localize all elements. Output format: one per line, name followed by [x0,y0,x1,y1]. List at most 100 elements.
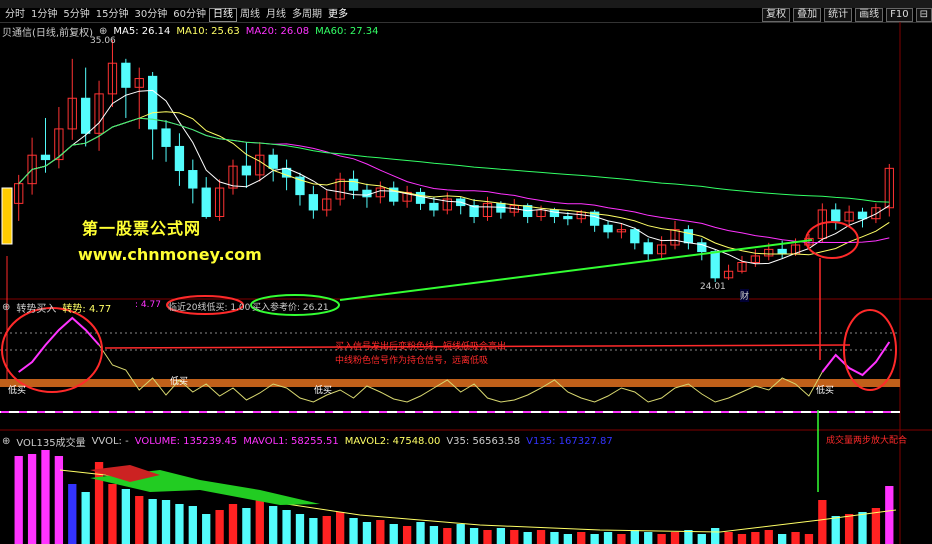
candle-body [857,211,868,220]
volume-bar [228,504,238,544]
candle-body [308,194,319,211]
volume-bar [376,520,385,544]
volume-bar [282,510,291,544]
volume-bar [269,506,278,544]
candle-body [630,229,640,244]
volume-bar [523,532,532,544]
candle-body [241,165,252,176]
candle-body [415,191,426,204]
chart-canvas [0,22,932,544]
candle-body [147,75,158,130]
volume-bar [81,492,90,544]
vvol-value: VVOL: - [91,436,129,447]
candle-body [174,145,185,172]
ma-line [18,117,890,203]
volume-bar [818,500,827,544]
volume-bar [483,530,492,544]
buy-label: 低买 [816,386,835,396]
volume-bar [215,510,224,544]
volume-bar [295,514,305,544]
candle-body [362,189,372,198]
candle-body [563,216,573,220]
annotation-line1: 买入信号发出后变粉色线，短线低吸会高出 [335,342,507,352]
candle-body [188,170,198,189]
volume-bar [148,499,157,544]
volume-bar [831,516,840,544]
indicator-signal [821,341,891,377]
volume-bar [429,526,439,544]
volume-legend: ⊕ VOL135成交量 VVOL: - VOLUME: 135239.45 MA… [2,434,619,449]
volume-bar [697,534,706,544]
highlight-circle [805,221,859,259]
volume-bar [322,516,331,544]
volume-bar [14,456,23,544]
candle-body [348,178,359,191]
volume-bar [804,534,814,544]
volume-bar [844,514,854,544]
volume-bar [764,530,773,544]
volume-bar [41,450,50,544]
volume-bar [563,534,573,544]
volume-bar [161,500,171,544]
volume-bar [644,532,653,544]
buy-label: 低买 [8,386,27,396]
volume-bar [135,496,144,544]
volume-bar [68,484,77,544]
volume-bar [657,534,666,544]
volume-bar [777,534,787,544]
candle-body [710,251,720,279]
indicator-circled1: 临近20线低买: 1.00 [168,303,251,313]
volume-value: VOLUME: 135239.45 [134,436,238,447]
indicator-circled2: 买入参考价: 26.21 [252,303,329,313]
candle-body [121,62,131,88]
candle-body [268,154,278,169]
indicator-value1: 转势: 4.77 [62,304,112,315]
settings-icon[interactable]: ⊕ [2,436,10,447]
volume-bar [603,532,613,544]
volume-bar [590,534,599,544]
volume-bar [510,530,519,544]
watermark-cn: 第一股票公式网 [82,219,202,238]
candle-body [831,209,841,222]
highlight-box [1,187,13,245]
volume-bar [362,522,372,544]
volume-bar [188,506,197,544]
annotation-line2: 中线粉色信号作为持仓信号，远离低吸 [335,356,489,366]
volume-bar [737,534,747,544]
volume-bar [617,534,626,544]
candle-body [161,128,171,147]
candle-body [683,229,694,244]
candle-body [643,242,653,255]
volume-bar [402,526,412,544]
v135-value: V135: 167327.87 [526,436,613,447]
volume-name: VOL135成交量 [16,438,86,449]
finance-marker[interactable]: 财 [740,289,750,302]
volume-bar [349,518,358,544]
volume-bar [724,532,733,544]
volume-bar [684,530,693,544]
volume-bar [885,486,894,544]
settings-icon[interactable]: ⊕ [2,302,10,313]
volume-annotation: 成交量两步放大配合 [826,436,908,446]
volume-bar [550,532,559,544]
volume-bar [469,528,479,544]
volume-bar [711,528,720,544]
volume-bar [242,508,251,544]
candle-body [81,97,91,134]
volume-bar [791,532,800,544]
candle-body [777,248,787,255]
indicator-name: 转势买入 [16,304,57,315]
buy-label: 低买 [170,377,189,387]
volume-bar [335,512,345,544]
volume-bar [496,528,506,544]
volume-bar [309,518,318,544]
volume-bar [54,456,64,544]
volume-bar [456,524,465,544]
volume-bar [175,504,184,544]
volume-bar [670,532,680,544]
volume-bar [577,532,586,544]
v35-value: V35: 56563.58 [446,436,521,447]
mavol1-value: MAVOL1: 58255.51 [243,436,339,447]
indicator-value2: : 4.77 [135,300,161,310]
watermark-url: www.chnmoney.com [78,245,262,264]
